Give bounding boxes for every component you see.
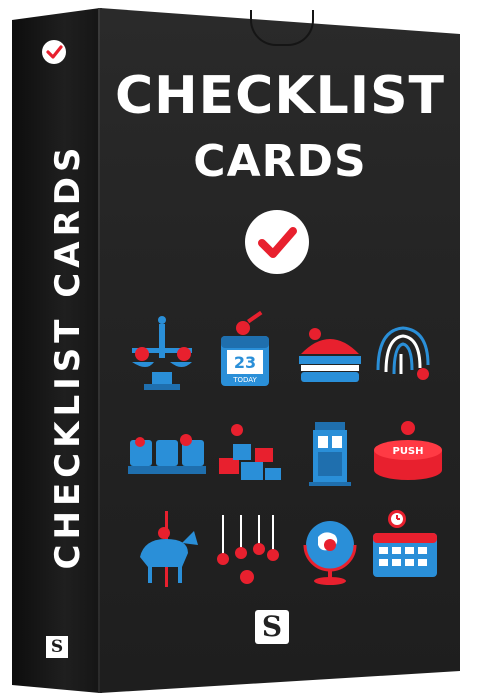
carousel-horse-icon [122, 505, 212, 595]
target-practice-icon [203, 505, 293, 595]
balance-scale-icon [122, 310, 212, 400]
cinema-seats-icon [122, 410, 212, 500]
fingerprint-icon [363, 310, 453, 400]
spine-check-icon [42, 40, 66, 64]
building-blocks-icon [203, 410, 293, 500]
calendar-today-label: TODAY [232, 376, 257, 384]
calendar-today-icon: 23 TODAY [203, 310, 293, 400]
main-check-icon [245, 210, 309, 274]
product-box: CHECKLIST CARDS S CHECKLIST CARDS 23 TOD… [0, 0, 480, 697]
publisher-logo: S [255, 610, 289, 644]
title-line-2: CARDS [193, 136, 367, 187]
calendar-day: 23 [234, 353, 256, 372]
burger-icon [285, 310, 375, 400]
phone-booth-icon [285, 410, 375, 500]
globe-icon [285, 505, 375, 595]
title-line-1: CHECKLIST [114, 66, 446, 126]
push-button-icon: PUSH [363, 410, 453, 500]
calendar-clock-icon [363, 505, 453, 595]
spine-title: CHECKLIST CARDS [48, 142, 88, 570]
push-button-label: PUSH [392, 446, 423, 457]
spine-publisher-logo: S [46, 636, 68, 658]
